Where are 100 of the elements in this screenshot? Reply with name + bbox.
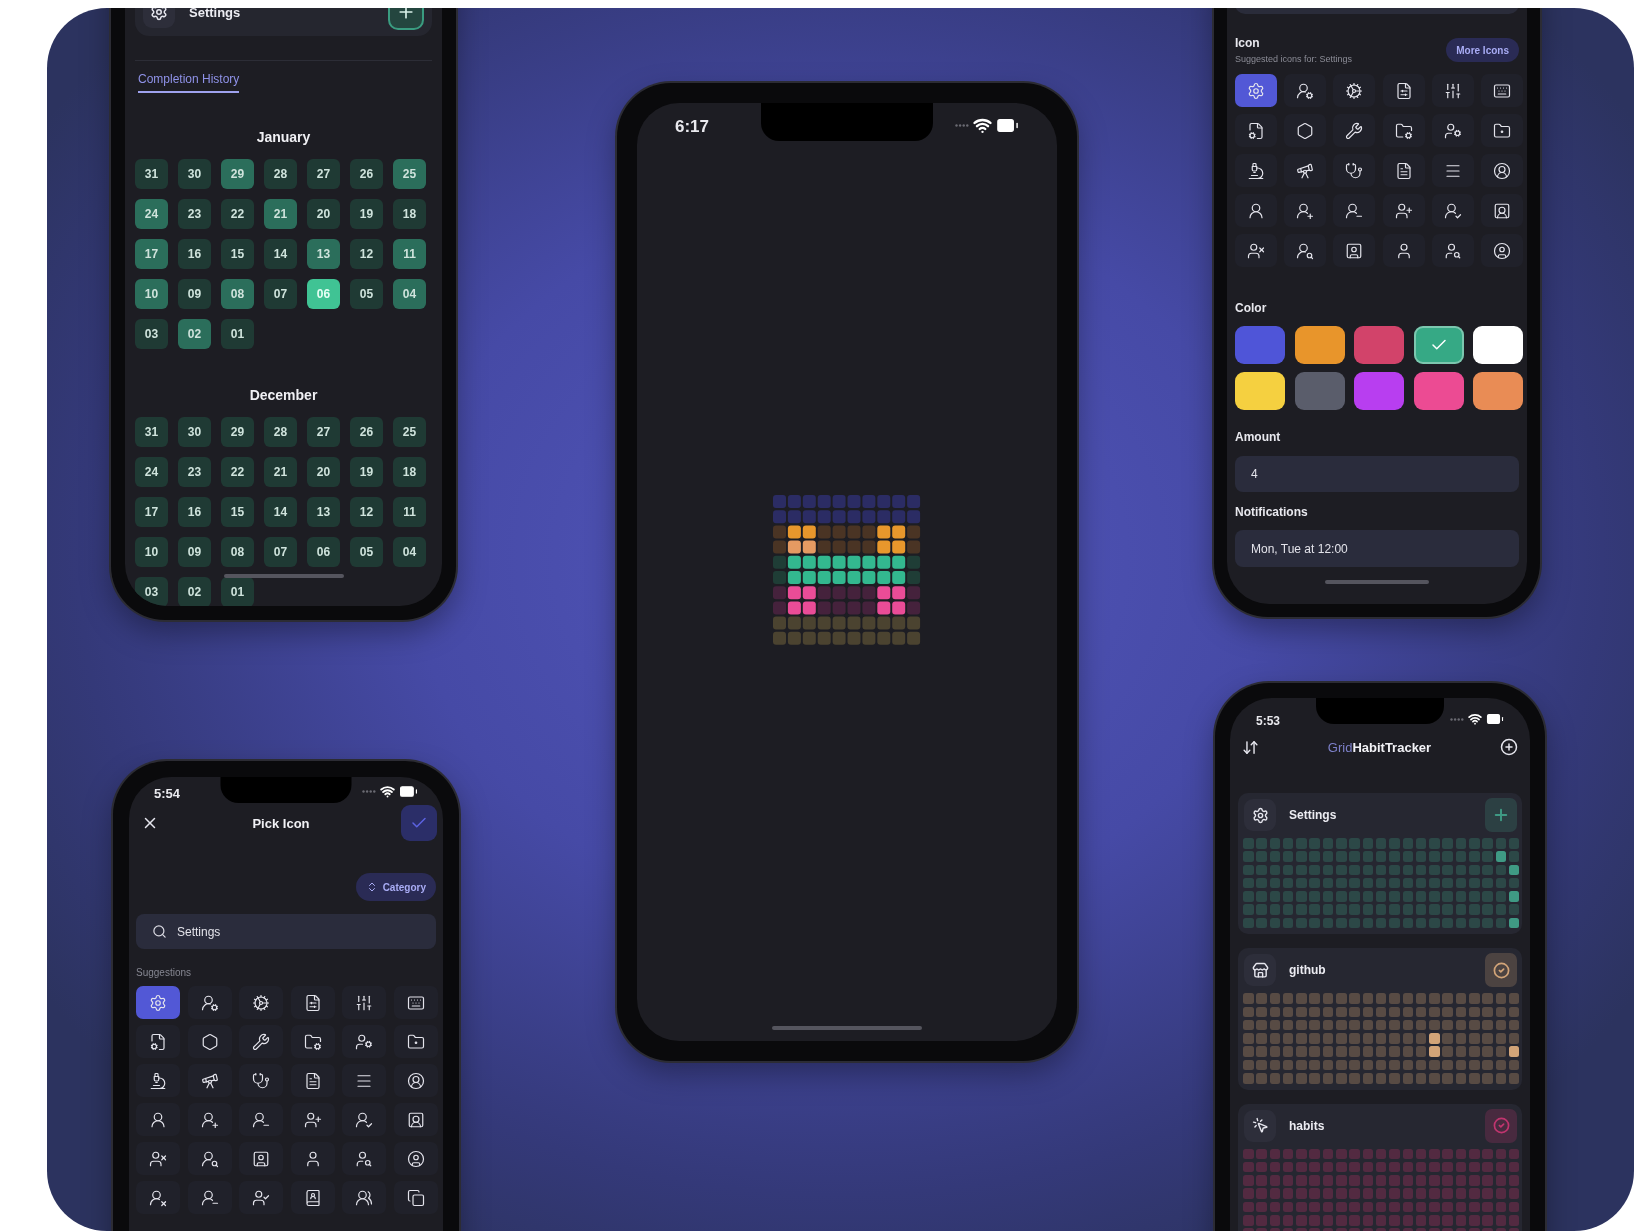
day-cell[interactable]: 16: [178, 497, 211, 527]
icon-option[interactable]: [1333, 74, 1376, 107]
day-cell[interactable]: 23: [178, 199, 211, 229]
day-cell[interactable]: 12: [350, 497, 383, 527]
day-cell[interactable]: 14: [264, 239, 297, 269]
day-cell[interactable]: 30: [178, 417, 211, 447]
icon-option[interactable]: [136, 1103, 180, 1136]
icon-option[interactable]: [342, 1025, 386, 1058]
tab[interactable]: Completion History: [138, 72, 240, 93]
icon-option[interactable]: [393, 1181, 438, 1214]
color-swatch[interactable]: [1235, 372, 1285, 410]
icon-option[interactable]: [1382, 194, 1425, 227]
day-cell[interactable]: 15: [221, 497, 254, 527]
icon-option[interactable]: [1284, 74, 1327, 107]
category-button[interactable]: Category: [355, 873, 436, 901]
day-cell[interactable]: 22: [221, 457, 254, 487]
icon-option[interactable]: [393, 1103, 438, 1136]
icon-option[interactable]: [1382, 74, 1425, 107]
icon-option[interactable]: [187, 1103, 232, 1136]
day-cell[interactable]: 21: [264, 199, 297, 229]
habit-card[interactable]: Settings: [1238, 793, 1522, 935]
icon-option[interactable]: [393, 1025, 438, 1058]
day-cell[interactable]: 18: [393, 457, 426, 487]
icon-option[interactable]: [1235, 234, 1277, 267]
day-cell[interactable]: 17: [135, 239, 168, 269]
day-cell[interactable]: 07: [264, 279, 297, 309]
icon-option[interactable]: [1480, 114, 1523, 147]
day-cell[interactable]: 18: [393, 199, 426, 229]
icon-option[interactable]: [239, 1064, 283, 1097]
day-cell[interactable]: 05: [350, 537, 383, 567]
day-cell[interactable]: 25: [393, 159, 426, 189]
day-cell[interactable]: 16: [178, 239, 211, 269]
notifications-field[interactable]: Mon, Tue at 12:00: [1235, 530, 1519, 567]
day-cell[interactable]: 01: [221, 319, 254, 349]
day-cell[interactable]: 19: [350, 199, 383, 229]
day-cell[interactable]: 27: [307, 417, 340, 447]
icon-option[interactable]: [1284, 194, 1327, 227]
icon-option[interactable]: [239, 1181, 283, 1214]
color-swatch[interactable]: [1413, 372, 1464, 410]
color-swatch[interactable]: [1413, 326, 1464, 364]
icon-option[interactable]: [290, 1181, 335, 1214]
icon-option[interactable]: [187, 1142, 232, 1175]
icon-option[interactable]: [1382, 114, 1425, 147]
color-swatch[interactable]: [1354, 372, 1404, 410]
icon-option[interactable]: [1382, 154, 1425, 187]
icon-option[interactable]: [1333, 114, 1376, 147]
color-swatch[interactable]: [1473, 372, 1523, 410]
icon-option[interactable]: [1284, 234, 1327, 267]
day-cell[interactable]: 30: [178, 159, 211, 189]
icon-option[interactable]: [1284, 114, 1327, 147]
day-cell[interactable]: 04: [393, 279, 426, 309]
day-cell[interactable]: 05: [350, 279, 383, 309]
icon-option[interactable]: [342, 1181, 386, 1214]
day-cell[interactable]: 14: [264, 497, 297, 527]
day-cell[interactable]: 07: [264, 537, 297, 567]
icon-option[interactable]: [1333, 154, 1376, 187]
icon-option[interactable]: [290, 1142, 335, 1175]
habit-card[interactable]: habits: [1238, 1103, 1522, 1231]
color-swatch[interactable]: [1294, 326, 1345, 364]
icon-option[interactable]: [1235, 114, 1277, 147]
day-cell[interactable]: 02: [178, 577, 211, 606]
icon-option[interactable]: [342, 986, 386, 1019]
day-cell[interactable]: 13: [307, 497, 340, 527]
icon-option[interactable]: [290, 1025, 335, 1058]
sort-icon[interactable]: [1242, 738, 1259, 756]
icon-option[interactable]: [239, 1025, 283, 1058]
day-cell[interactable]: 03: [135, 319, 168, 349]
icon-option[interactable]: [1235, 154, 1277, 187]
icon-option[interactable]: [187, 1064, 232, 1097]
icon-option[interactable]: [136, 1181, 180, 1214]
day-cell[interactable]: 24: [135, 457, 168, 487]
icon-option[interactable]: [393, 1064, 438, 1097]
icon-option[interactable]: [342, 1103, 386, 1136]
day-cell[interactable]: 22: [221, 199, 254, 229]
icon-option[interactable]: [1284, 154, 1327, 187]
day-cell[interactable]: 13: [307, 239, 340, 269]
color-swatch[interactable]: [1294, 372, 1345, 410]
search-field[interactable]: Settings: [136, 914, 436, 949]
day-cell[interactable]: 01: [221, 577, 254, 606]
day-cell[interactable]: 21: [264, 457, 297, 487]
day-cell[interactable]: 20: [307, 457, 340, 487]
color-swatch[interactable]: [1354, 326, 1404, 364]
day-cell[interactable]: 11: [393, 497, 426, 527]
icon-option[interactable]: [1333, 234, 1376, 267]
add-icon[interactable]: [1500, 738, 1518, 756]
complete-button[interactable]: [1485, 1108, 1517, 1143]
day-cell[interactable]: 08: [221, 537, 254, 567]
day-cell[interactable]: 12: [350, 239, 383, 269]
day-cell[interactable]: 23: [178, 457, 211, 487]
day-cell[interactable]: 24: [135, 199, 168, 229]
more-icons-button[interactable]: More Icons: [1446, 38, 1519, 62]
day-cell[interactable]: 09: [178, 279, 211, 309]
icon-option[interactable]: [136, 1064, 180, 1097]
icon-option[interactable]: [1333, 194, 1376, 227]
color-swatch[interactable]: [1235, 326, 1285, 364]
icon-option[interactable]: [187, 986, 232, 1019]
icon-option[interactable]: [1480, 234, 1523, 267]
day-cell[interactable]: 31: [135, 159, 168, 189]
icon-option[interactable]: [1431, 114, 1474, 147]
day-cell[interactable]: 19: [350, 457, 383, 487]
